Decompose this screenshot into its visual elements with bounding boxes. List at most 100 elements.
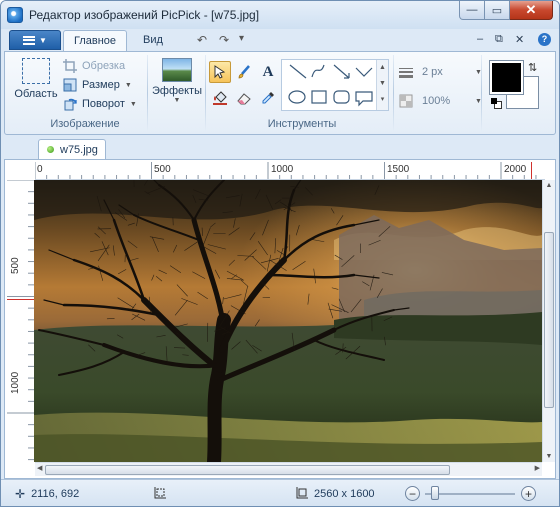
zoom-in-button[interactable]: + xyxy=(521,486,536,501)
cursor-arrow-icon xyxy=(214,65,226,79)
eraser-icon xyxy=(237,93,251,105)
selection-size-icon xyxy=(154,487,166,499)
ruler-label: 1000 xyxy=(10,371,21,394)
chevron-down-icon[interactable]: ▼ xyxy=(377,76,388,92)
group-divider xyxy=(481,55,482,131)
crop-label: Обрезка xyxy=(82,60,126,72)
tab-view[interactable]: Вид xyxy=(133,30,173,51)
title-bar: Редактор изображений PicPick - [w75.jpg]… xyxy=(1,1,559,29)
resize-icon xyxy=(63,78,77,92)
shapes-gallery[interactable]: ▲ ▼ ▾ xyxy=(281,59,389,111)
horizontal-scroll-thumb[interactable] xyxy=(45,465,450,475)
fill-tool[interactable] xyxy=(209,87,231,109)
ruler-label: 500 xyxy=(10,257,21,274)
canvas-area: 0 500 1000 1500 2000 500 1000 ▲ ▼ ◀ ▶ xyxy=(4,159,556,479)
select-area-button[interactable]: Область xyxy=(11,58,61,100)
document-tab[interactable]: w75.jpg xyxy=(38,139,106,159)
horizontal-ruler: 0 500 1000 1500 2000 xyxy=(35,162,545,180)
select-area-label: Область xyxy=(14,88,58,100)
shapes-scrollbar[interactable]: ▲ ▼ ▾ xyxy=(376,60,388,110)
crop-button[interactable]: Обрезка xyxy=(63,57,125,75)
text-a-icon: A xyxy=(262,63,274,80)
scroll-right-icon[interactable]: ▶ xyxy=(535,464,540,472)
effects-button[interactable]: Эффекты ▼ xyxy=(151,58,203,104)
tab-home[interactable]: Главное xyxy=(63,30,128,51)
swap-colors-icon[interactable]: ⇅ xyxy=(528,61,537,74)
ribbon-restore-button[interactable]: ⧉ xyxy=(495,33,503,46)
ruler-label: 2000 xyxy=(504,164,527,175)
brush-tool[interactable] xyxy=(233,61,255,83)
color-picker-tool[interactable] xyxy=(257,87,279,109)
image-group-label: Изображение xyxy=(50,118,120,130)
rotate-label: Поворот xyxy=(82,98,125,110)
app-window: Редактор изображений PicPick - [w75.jpg]… xyxy=(0,0,560,507)
cursor-position-status: ✛ 2116, 692 xyxy=(15,487,79,501)
primary-color-swatch[interactable] xyxy=(489,60,524,95)
cursor-marker-horizontal xyxy=(531,162,532,179)
rotate-icon xyxy=(63,97,77,111)
effects-landscape-icon xyxy=(162,58,192,82)
tools-group-label: Инструменты xyxy=(267,118,337,130)
maximize-button[interactable]: ▭ xyxy=(485,1,510,20)
line-width-icon xyxy=(399,65,413,79)
close-button[interactable]: ✕ xyxy=(510,1,553,20)
ribbon-minimize-button[interactable]: – xyxy=(477,33,483,45)
cursor-position-value: 2116, 692 xyxy=(31,488,80,500)
stroke-width-dropdown[interactable]: 2 px ▼ xyxy=(399,63,482,81)
vertical-ruler-ticks xyxy=(7,180,34,461)
chevron-down-icon: ▼ xyxy=(173,97,181,104)
redo-icon[interactable]: ↷ xyxy=(219,33,229,47)
group-divider xyxy=(205,55,206,131)
eraser-tool[interactable] xyxy=(233,87,255,109)
cursor-marker-vertical xyxy=(7,299,34,300)
ruler-label: 1000 xyxy=(271,164,294,175)
image-canvas[interactable] xyxy=(34,180,542,462)
ruler-corner xyxy=(7,162,35,180)
status-bar: ✛ 2116, 692 2560 x 1600 − + xyxy=(1,479,559,506)
select-arrow-tool[interactable] xyxy=(209,61,231,83)
ruler-label: 1500 xyxy=(387,164,410,175)
scroll-up-icon[interactable]: ▲ xyxy=(543,182,555,189)
expand-gallery-icon[interactable]: ▾ xyxy=(377,92,388,108)
crosshair-icon: ✛ xyxy=(15,487,26,501)
text-tool[interactable]: A xyxy=(257,61,279,83)
zoom-out-button[interactable]: − xyxy=(405,486,420,501)
image-size-icon xyxy=(296,487,308,499)
help-icon[interactable]: ? xyxy=(538,33,551,46)
ruler-label: 500 xyxy=(154,164,171,175)
ribbon-close-button[interactable]: ✕ xyxy=(515,33,524,46)
landscape-photo xyxy=(34,180,542,462)
scroll-down-icon[interactable]: ▼ xyxy=(543,453,555,460)
chevron-down-icon: ▼ xyxy=(124,81,132,89)
ribbon-panel: Область Обрезка Размер ▼ Поворот ▼ Изобр… xyxy=(4,51,556,135)
document-tab-bar: w75.jpg xyxy=(4,135,556,159)
scroll-left-icon[interactable]: ◀ xyxy=(37,464,42,472)
image-size-value: 2560 x 1600 xyxy=(314,487,375,500)
opacity-icon xyxy=(399,94,413,108)
group-divider xyxy=(393,55,394,131)
image-size-status: 2560 x 1600 xyxy=(295,487,375,500)
ruler-label: 0 xyxy=(37,164,43,175)
quick-access-more-icon[interactable]: ▾ xyxy=(239,33,244,44)
vertical-scroll-thumb[interactable] xyxy=(544,232,554,408)
picpick-logo-icon xyxy=(7,7,23,23)
menu-bars-icon xyxy=(23,35,36,45)
opacity-dropdown[interactable]: 100% ▼ xyxy=(399,92,482,110)
brush-icon xyxy=(238,65,250,79)
chevron-up-icon[interactable]: ▲ xyxy=(377,60,388,76)
file-menu-button[interactable]: ▼ xyxy=(9,30,61,50)
horizontal-scrollbar[interactable]: ◀ ▶ xyxy=(35,462,542,476)
chevron-down-icon: ▼ xyxy=(129,100,137,108)
selection-size-status xyxy=(153,487,166,500)
resize-button[interactable]: Размер ▼ xyxy=(63,76,132,94)
undo-icon[interactable]: ↶ xyxy=(197,33,207,47)
minimize-button[interactable]: — xyxy=(459,1,485,20)
window-controls: — ▭ ✕ xyxy=(459,1,553,20)
eyedropper-icon xyxy=(262,92,274,104)
rotate-button[interactable]: Поворот ▼ xyxy=(63,95,137,113)
stroke-width-value: 2 px xyxy=(422,66,443,78)
reset-colors-icon[interactable] xyxy=(491,98,502,109)
vertical-scrollbar[interactable]: ▲ ▼ xyxy=(542,180,555,462)
zoom-slider-thumb[interactable] xyxy=(431,486,439,500)
ribbon-tab-row: ▼ Главное Вид ↶ ↷ ▾ – ⧉ ✕ ? xyxy=(1,29,559,51)
